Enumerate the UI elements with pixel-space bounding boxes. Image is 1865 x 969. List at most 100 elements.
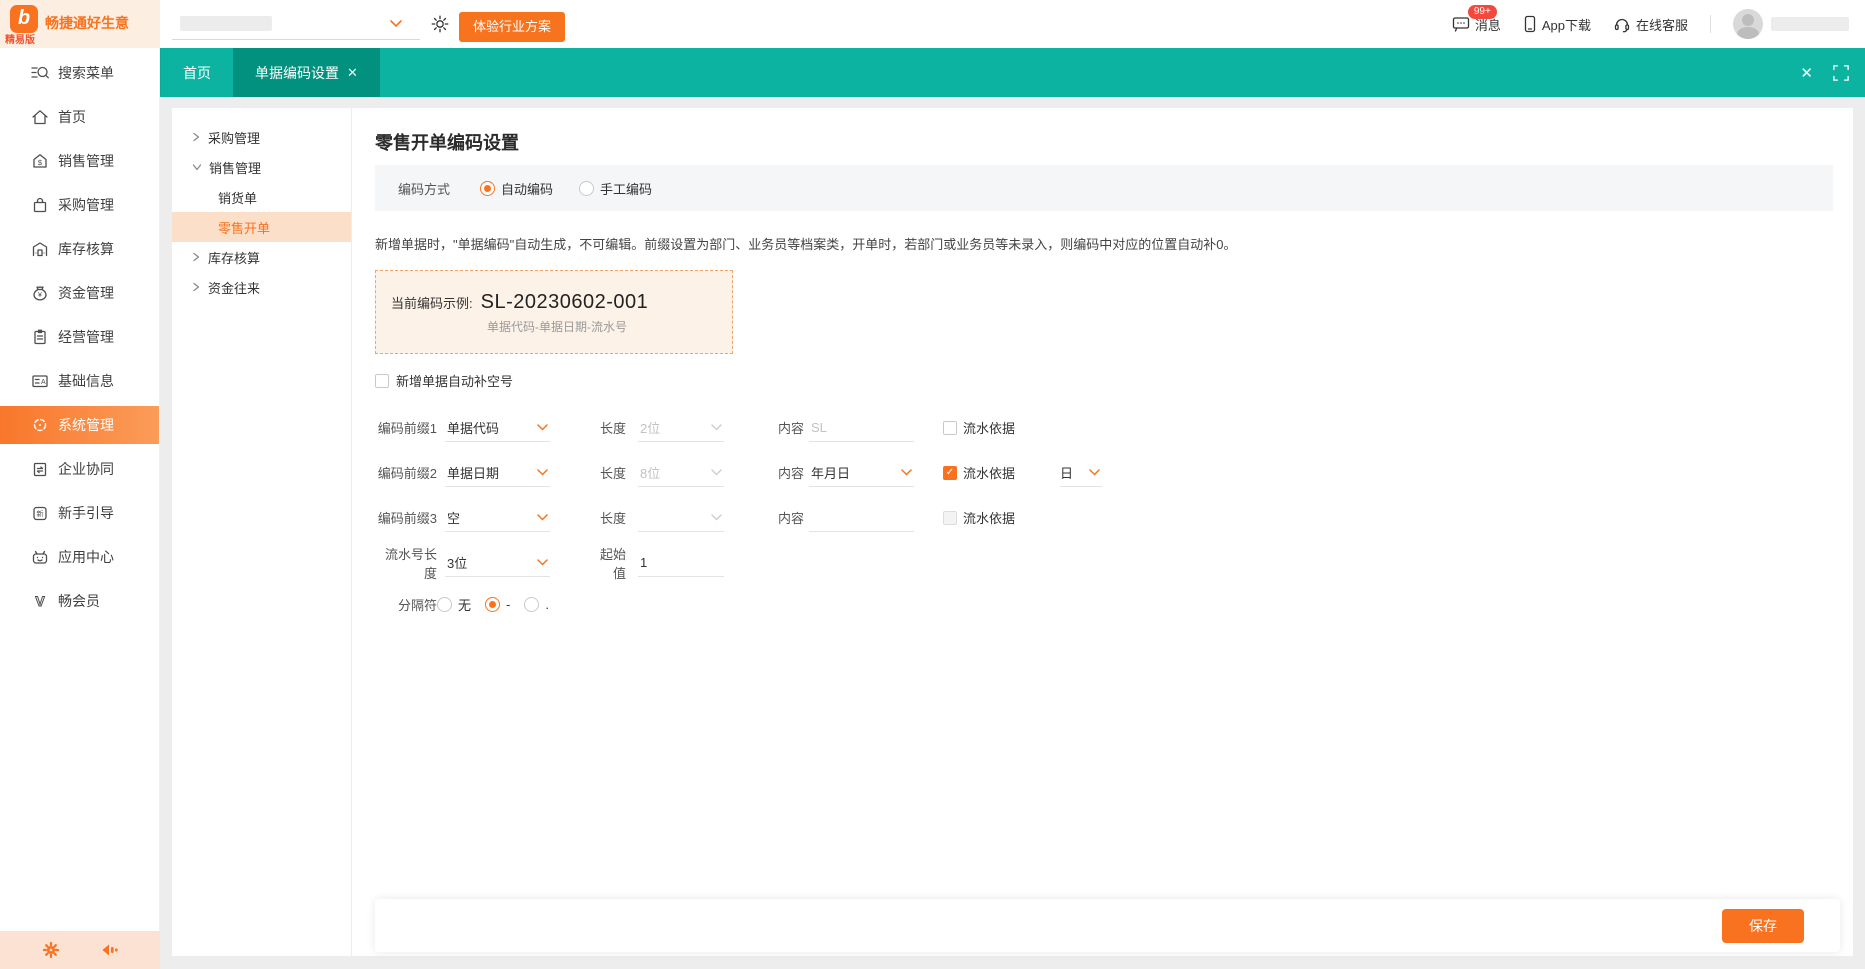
tree-item-purchase[interactable]: 采购管理 (172, 122, 351, 152)
prefix2-type-select[interactable]: 单据日期 (445, 459, 550, 487)
coding-mode-label: 编码方式 (398, 179, 450, 198)
radio-unselected-icon (524, 597, 539, 612)
headset-icon (1613, 16, 1631, 33)
prefix1-content-input[interactable] (809, 414, 914, 442)
sidebar-item-purchase[interactable]: 采购管理 (0, 186, 159, 224)
home-icon (30, 108, 50, 126)
sidebar-item-member[interactable]: V 畅会员 (0, 582, 159, 620)
sidebar-item-home[interactable]: 首页 (0, 98, 159, 136)
chevron-down-icon (711, 424, 722, 431)
sales-house-dollar-icon: $ (30, 152, 50, 170)
sidebar-item-label: 库存核算 (58, 239, 114, 259)
select-value: 空 (447, 508, 460, 527)
settings-main-panel: 零售开单编码设置 编码方式 自动编码 手工编码 新增单据时，"单据编码"自动生成… (352, 108, 1853, 956)
app-download-button[interactable]: App下载 (1523, 15, 1591, 34)
autofill-gap-checkbox[interactable]: 新增单据自动补空号 (375, 371, 1833, 390)
main-sidebar: 搜索菜单 首页 $ 销售管理 (0, 48, 160, 969)
sidebar-settings-gear-icon[interactable] (42, 941, 60, 959)
fullscreen-icon[interactable] (1833, 65, 1849, 81)
start-value-input[interactable] (638, 549, 724, 577)
redacted-user-name (1771, 17, 1849, 31)
radio-auto-coding[interactable]: 自动编码 (480, 179, 553, 198)
select-value: 单据日期 (447, 463, 499, 482)
tab-document-code-settings[interactable]: 单据编码设置 ✕ (233, 48, 380, 97)
sidebar-item-operations[interactable]: 经营管理 (0, 318, 159, 356)
radio-manual-coding[interactable]: 手工编码 (579, 179, 652, 198)
save-button[interactable]: 保存 (1722, 909, 1804, 943)
checkbox-unchecked-icon (943, 421, 957, 435)
select-value: 年月日 (811, 463, 850, 482)
user-account-button[interactable] (1733, 9, 1849, 39)
industry-solution-button[interactable]: 体验行业方案 (459, 12, 565, 42)
separator-option-dash[interactable]: - (485, 597, 510, 612)
sidebar-item-funds[interactable]: ¥ 资金管理 (0, 274, 159, 312)
radio-label: - (506, 597, 510, 612)
prefix3-content-input[interactable] (809, 504, 914, 532)
organization-dropdown[interactable] (172, 8, 420, 40)
svg-text:新: 新 (37, 509, 44, 518)
tree-item-sales[interactable]: 销售管理 (172, 152, 351, 182)
separator-option-none[interactable]: 无 (437, 595, 471, 614)
clipboard-icon (30, 328, 50, 346)
prefix1-type-select[interactable]: 单据代码 (445, 414, 550, 442)
tab-close-icon[interactable]: ✕ (347, 65, 358, 81)
chevron-down-icon (537, 559, 548, 566)
serial-basis-label: 流水依据 (963, 508, 1015, 527)
chevron-right-icon (192, 282, 201, 292)
avatar (1733, 9, 1763, 39)
checkbox-unchecked-icon (375, 374, 389, 388)
separator-option-dot[interactable]: . (524, 597, 549, 612)
sidebar-item-label: 新手引导 (58, 503, 114, 523)
tree-item-funds-flow[interactable]: 资金往来 (172, 272, 351, 302)
serial-length-select[interactable]: 3位 (445, 549, 550, 577)
select-value: 2位 (640, 418, 660, 437)
brand-edition-label: 精易版 (5, 31, 35, 46)
sidebar-item-newbie-guide[interactable]: 新 新手引导 (0, 494, 159, 532)
redacted-org-name (180, 16, 272, 31)
radio-label: 手工编码 (600, 179, 652, 198)
prefix2-content-select[interactable]: 年月日 (809, 459, 914, 487)
online-support-button[interactable]: 在线客服 (1613, 15, 1688, 34)
id-card-icon: A (30, 372, 50, 390)
settings-gear-icon[interactable] (430, 14, 450, 34)
sidebar-item-inventory[interactable]: 库存核算 (0, 230, 159, 268)
sidebar-item-enterprise[interactable]: 企业协同 (0, 450, 159, 488)
tree-item-retail-billing[interactable]: 零售开单 (172, 212, 351, 242)
code-prefix-form: 编码前缀1 单据代码 长度 2位 内容 (375, 413, 1833, 614)
prefix1-serial-checkbox[interactable]: 流水依据 (943, 418, 1015, 437)
sidebar-item-sales[interactable]: $ 销售管理 (0, 142, 159, 180)
example-label: 当前编码示例: (391, 293, 473, 312)
sidebar-item-label: 资金管理 (58, 283, 114, 303)
collapse-sidebar-icon[interactable] (99, 941, 119, 959)
prefix1-length-select[interactable]: 2位 (638, 414, 724, 442)
tree-item-inventory[interactable]: 库存核算 (172, 242, 351, 272)
prefix2-serial-checkbox[interactable]: ✓ 流水依据 (943, 463, 1015, 482)
prefix3-length-select[interactable] (638, 504, 724, 532)
prefix2-length-select[interactable]: 8位 (638, 459, 724, 487)
tree-item-sales-order[interactable]: 销货单 (172, 182, 351, 212)
checkbox-checked-icon: ✓ (943, 466, 957, 480)
svg-text:A: A (41, 379, 46, 386)
sidebar-item-app-center[interactable]: 应用中心 (0, 538, 159, 576)
top-header: b 畅捷通好生意 精易版 体验行业方案 (0, 0, 1865, 48)
tabbar-spacer (380, 48, 1801, 97)
example-hint: 单据代码-单据日期-流水号 (487, 318, 732, 335)
radio-label: . (545, 597, 549, 612)
sidebar-item-search-menu[interactable]: 搜索菜单 (0, 54, 159, 92)
chevron-down-icon (537, 514, 548, 521)
close-all-tabs-icon[interactable]: ✕ (1800, 64, 1813, 82)
chevron-right-icon (192, 132, 201, 142)
radio-selected-icon (480, 181, 495, 196)
new-badge-icon: 新 (30, 504, 50, 522)
prefix-row-3: 编码前缀3 空 长度 内容 (375, 503, 1833, 532)
sidebar-item-system[interactable]: 系统管理 (0, 406, 159, 444)
sidebar-item-basic-info[interactable]: A 基础信息 (0, 362, 159, 400)
serial-reset-period-select[interactable]: 日 (1060, 459, 1102, 487)
sidebar-item-label: 应用中心 (58, 547, 114, 567)
prefix3-serial-checkbox[interactable]: 流水依据 (943, 508, 1015, 527)
prefix3-type-select[interactable]: 空 (445, 504, 550, 532)
chevron-down-icon (537, 424, 548, 431)
content-card: 采购管理 销售管理 销货单 零售开单 库存核算 (172, 108, 1853, 956)
messages-button[interactable]: 消息 99+ (1452, 15, 1501, 34)
tab-home[interactable]: 首页 (160, 48, 233, 97)
